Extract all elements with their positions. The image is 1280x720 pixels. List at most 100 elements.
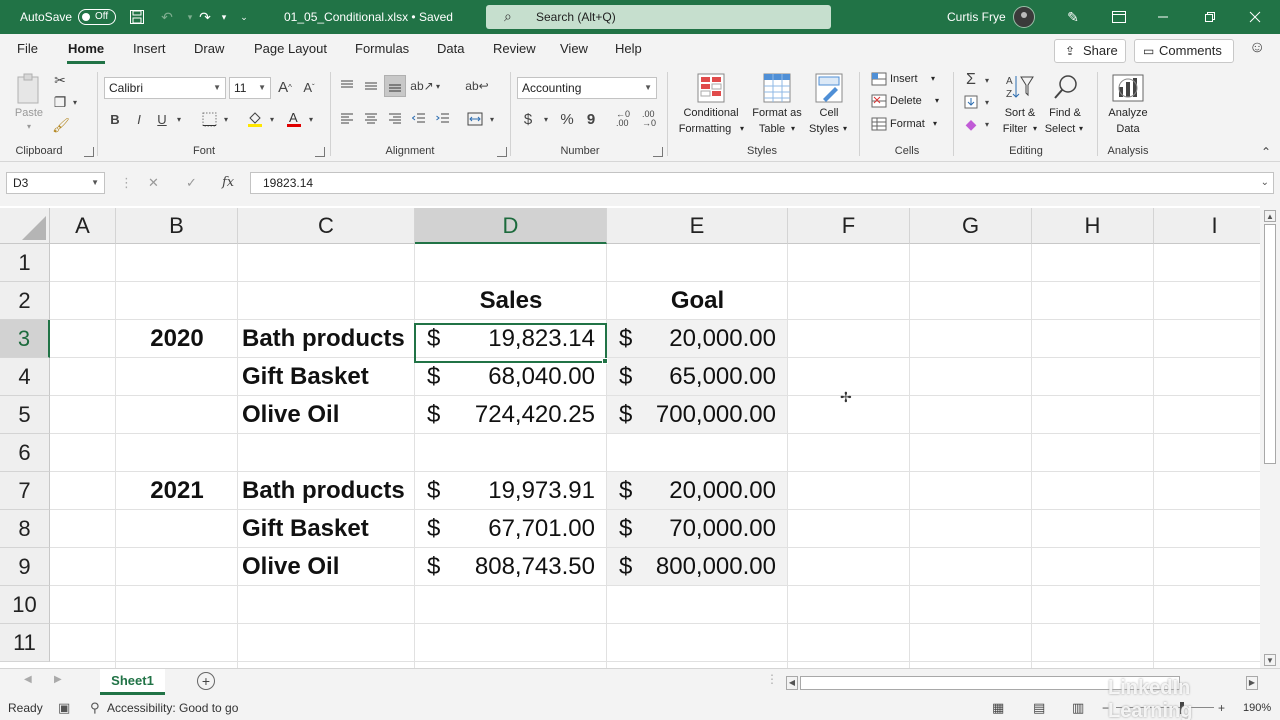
next-sheet-icon[interactable]: ▶ bbox=[54, 674, 62, 685]
font-color-dropdown-icon[interactable]: ▾ bbox=[305, 109, 317, 129]
comments-button[interactable]: ▭ Comments bbox=[1134, 39, 1234, 63]
tab-page-layout[interactable]: Page Layout bbox=[254, 41, 327, 56]
name-box[interactable]: D3 ▼ bbox=[6, 172, 105, 194]
find-select-label-2[interactable]: Select bbox=[1040, 122, 1080, 136]
cell-c4-product[interactable]: Gift Basket bbox=[242, 358, 369, 396]
merge-center-icon[interactable] bbox=[464, 109, 486, 129]
tab-split-handle-icon[interactable]: ⋮ bbox=[766, 672, 778, 686]
cell-e8-goal[interactable]: $ 70,000.00 bbox=[607, 510, 788, 548]
previous-sheet-icon[interactable]: ◀ bbox=[24, 674, 32, 685]
font-name-dropdown[interactable]: Calibri ▼ bbox=[104, 77, 226, 99]
tab-formulas[interactable]: Formulas bbox=[355, 41, 409, 56]
insert-function-icon[interactable]: fx bbox=[222, 175, 234, 190]
delete-dropdown-icon[interactable]: ▾ bbox=[932, 94, 942, 108]
format-as-table-icon[interactable] bbox=[762, 72, 792, 104]
tab-help[interactable]: Help bbox=[615, 41, 642, 56]
copy-icon[interactable]: ❐ bbox=[52, 94, 68, 110]
cell-styles-label-2[interactable]: Styles bbox=[804, 122, 844, 136]
decrease-indent-icon[interactable] bbox=[410, 109, 428, 129]
cut-icon[interactable]: ✂ bbox=[52, 72, 68, 88]
row-header-11[interactable]: 11 bbox=[0, 624, 50, 662]
row-header-1[interactable]: 1 bbox=[0, 244, 50, 282]
paste-dropdown-icon[interactable]: ▾ bbox=[23, 120, 35, 134]
column-header-b[interactable]: B bbox=[116, 208, 238, 244]
format-cells-icon[interactable] bbox=[870, 116, 888, 132]
restore-icon[interactable] bbox=[1201, 8, 1219, 26]
conditional-formatting-label-1[interactable]: Conditional bbox=[676, 106, 746, 120]
tab-home[interactable]: Home bbox=[68, 41, 104, 56]
fill-dropdown-icon[interactable]: ▾ bbox=[982, 93, 992, 111]
tab-view[interactable]: View bbox=[560, 41, 588, 56]
cell-styles-label-1[interactable]: Cell bbox=[812, 106, 846, 120]
autosave-toggle[interactable]: Off bbox=[78, 9, 116, 25]
format-cells-label[interactable]: Format bbox=[890, 117, 928, 131]
column-header-h[interactable]: H bbox=[1032, 208, 1154, 244]
new-sheet-button[interactable]: + bbox=[197, 672, 215, 690]
bold-button[interactable]: B bbox=[106, 109, 124, 129]
row-header-6[interactable]: 6 bbox=[0, 434, 50, 472]
merge-dropdown-icon[interactable]: ▾ bbox=[486, 109, 498, 129]
align-center-icon[interactable] bbox=[362, 109, 380, 129]
delete-cells-label[interactable]: Delete bbox=[890, 94, 926, 108]
column-header-e[interactable]: E bbox=[607, 208, 788, 244]
delete-cells-icon[interactable] bbox=[870, 93, 888, 109]
row-header-7[interactable]: 7 bbox=[0, 472, 50, 510]
number-format-dropdown[interactable]: Accounting ▼ bbox=[517, 77, 657, 99]
select-all-button[interactable] bbox=[0, 208, 50, 244]
sort-filter-label-1[interactable]: Sort & bbox=[998, 106, 1042, 120]
cell-e7-goal[interactable]: $ 20,000.00 bbox=[607, 472, 788, 510]
cell-c3-product[interactable]: Bath products bbox=[242, 320, 405, 358]
scroll-down-icon[interactable]: ▼ bbox=[1264, 654, 1276, 666]
tab-review[interactable]: Review bbox=[493, 41, 536, 56]
align-bottom-icon[interactable] bbox=[384, 75, 406, 97]
more-options-icon[interactable]: ⋮ bbox=[120, 175, 133, 191]
borders-dropdown-icon[interactable]: ▾ bbox=[220, 109, 232, 129]
redo-icon[interactable]: ↷ bbox=[196, 8, 214, 26]
analyze-data-label-1[interactable]: Analyze bbox=[1104, 106, 1152, 120]
cell-d7-sales[interactable]: $ 19,973.91 bbox=[415, 472, 607, 510]
borders-icon[interactable] bbox=[198, 109, 220, 129]
row-header-3[interactable]: 3 bbox=[0, 320, 50, 358]
save-icon[interactable] bbox=[128, 8, 146, 26]
tab-data[interactable]: Data bbox=[437, 41, 464, 56]
cancel-icon[interactable]: ✕ bbox=[148, 175, 159, 191]
search-box[interactable]: ⌕ Search (Alt+Q) bbox=[486, 5, 831, 29]
row-header-8[interactable]: 8 bbox=[0, 510, 50, 548]
cell-e3-goal[interactable]: $ 20,000.00 bbox=[607, 320, 788, 358]
cell-styles-dropdown-icon[interactable]: ▾ bbox=[840, 122, 850, 136]
close-icon[interactable] bbox=[1246, 8, 1264, 26]
italic-button[interactable]: I bbox=[130, 109, 148, 129]
sort-filter-icon[interactable]: AZ bbox=[1004, 72, 1036, 102]
accounting-dropdown-icon[interactable]: ▾ bbox=[540, 109, 552, 129]
feedback-smiley-icon[interactable]: ☺ bbox=[1249, 39, 1265, 57]
cell-c5-product[interactable]: Olive Oil bbox=[242, 396, 339, 434]
format-painter-icon[interactable]: 🖌 bbox=[52, 117, 70, 133]
cell-e9-goal[interactable]: $ 800,000.00 bbox=[607, 548, 788, 586]
cell-e2-goal-header[interactable]: Goal bbox=[607, 282, 788, 320]
minimize-icon[interactable] bbox=[1154, 8, 1172, 26]
cell-d4-sales[interactable]: $ 68,040.00 bbox=[415, 358, 607, 396]
redo-dropdown-icon[interactable]: ▾ bbox=[215, 8, 233, 26]
fill-color-icon[interactable] bbox=[244, 109, 266, 129]
row-header-5[interactable]: 5 bbox=[0, 396, 50, 434]
font-color-icon[interactable]: A bbox=[283, 108, 305, 130]
expand-formula-icon[interactable]: ⌄ bbox=[1261, 173, 1269, 193]
column-header-f[interactable]: F bbox=[788, 208, 910, 244]
accessibility-status[interactable]: Accessibility: Good to go bbox=[107, 696, 238, 720]
analyze-data-label-2[interactable]: Data bbox=[1104, 122, 1152, 136]
number-launcher-icon[interactable] bbox=[653, 147, 663, 157]
tab-draw[interactable]: Draw bbox=[194, 41, 224, 56]
increase-font-size-icon[interactable]: A ^ bbox=[275, 77, 295, 97]
cell-c7-product[interactable]: Bath products bbox=[242, 472, 405, 510]
vertical-scroll-thumb[interactable] bbox=[1264, 224, 1276, 464]
ribbon-display-icon[interactable] bbox=[1110, 8, 1128, 26]
vertical-scrollbar[interactable]: ▲ ▼ bbox=[1260, 206, 1280, 668]
clear-icon[interactable]: ◆ bbox=[962, 115, 980, 133]
sheet-tab-sheet1[interactable]: Sheet1 bbox=[100, 669, 165, 695]
pen-icon[interactable]: ✎ bbox=[1064, 8, 1082, 26]
avatar[interactable] bbox=[1013, 6, 1035, 28]
align-right-icon[interactable] bbox=[386, 109, 404, 129]
page-break-preview-icon[interactable]: ▥ bbox=[1072, 696, 1084, 720]
cell-d2-sales-header[interactable]: Sales bbox=[415, 282, 607, 320]
row-header-2[interactable]: 2 bbox=[0, 282, 50, 320]
